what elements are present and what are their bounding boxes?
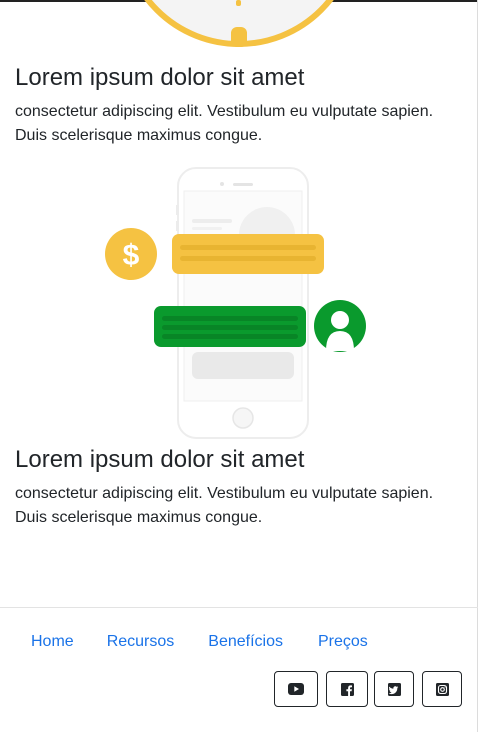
footer-link-beneficios[interactable]: Benefícios (208, 630, 283, 654)
clock-illustration (0, 0, 478, 52)
section-title: Lorem ipsum dolor sit amet (15, 446, 305, 473)
section-title: Lorem ipsum dolor sit amet (15, 64, 305, 91)
section-text: consectetur adipiscing elit. Vestibulum … (15, 103, 434, 144)
youtube-icon (288, 683, 304, 695)
instagram-icon (435, 682, 449, 696)
youtube-button[interactable] (274, 671, 318, 707)
twitter-button[interactable] (374, 671, 414, 707)
footer-link-precos[interactable]: Preços (318, 630, 368, 654)
footer-link-recursos[interactable]: Recursos (107, 630, 175, 654)
twitter-icon (387, 682, 401, 696)
facebook-icon (340, 682, 354, 696)
footer-link-home[interactable]: Home (31, 630, 74, 654)
instagram-button[interactable] (422, 671, 462, 707)
facebook-button[interactable] (326, 671, 368, 707)
section-text: consectetur adipiscing elit. Vestibulum … (15, 485, 434, 526)
footer-divider (0, 607, 478, 608)
dollar-symbol: $ (123, 239, 140, 272)
phone-payment-illustration: $ (100, 165, 380, 440)
footer-nav: Home Recursos Benefícios Preços (0, 630, 368, 654)
